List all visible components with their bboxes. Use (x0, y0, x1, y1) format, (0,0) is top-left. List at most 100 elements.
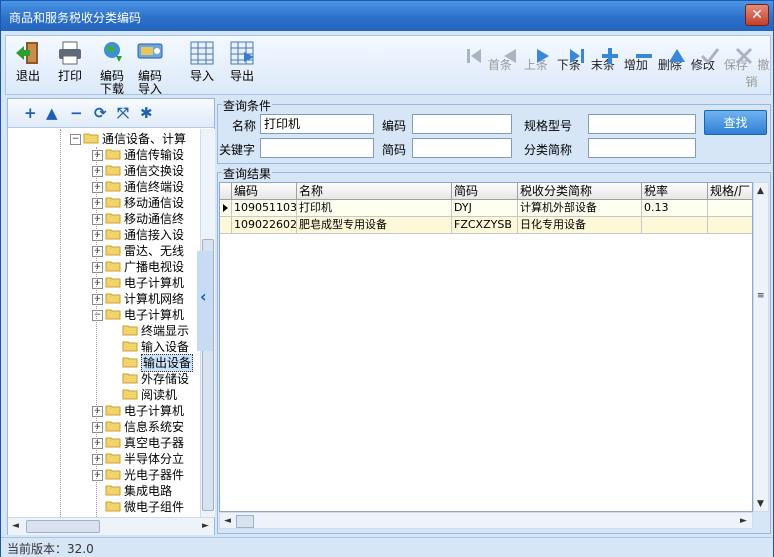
tree-node[interactable]: + 半导体分立 (8, 451, 200, 467)
code-download-button[interactable]: 编码 下载 (98, 40, 126, 96)
category-abbr-field[interactable] (588, 138, 696, 158)
tree-node[interactable]: + 真空电子器 (8, 435, 200, 451)
results-hscroll-thumb[interactable] (236, 515, 254, 528)
import-button[interactable]: 导入 (188, 40, 216, 83)
code-field[interactable] (412, 114, 512, 134)
tree-node[interactable]: + 通信终端设 (8, 179, 200, 195)
results-horizontal-scrollbar[interactable]: ◄ ► (219, 512, 753, 529)
expand-node-icon[interactable]: + (92, 198, 103, 209)
refresh-icon[interactable]: ⟳ (94, 104, 107, 122)
table-cell[interactable]: 10902260200 (232, 217, 297, 234)
expand-node-icon[interactable]: + (92, 438, 103, 449)
column-header[interactable]: 税率 (642, 183, 708, 200)
scroll-right-icon[interactable]: ► (740, 516, 747, 526)
export-button[interactable]: 导出 (228, 40, 256, 83)
expand-node-icon[interactable]: + (92, 278, 103, 289)
settings-icon[interactable]: ✱ (140, 104, 153, 122)
column-header[interactable]: 税收分类简称 (518, 183, 642, 200)
spec-field[interactable] (588, 114, 696, 134)
table-cell[interactable]: DYJ (452, 200, 518, 217)
tree-node[interactable]: + 电子计算机 (8, 275, 200, 291)
tree-node[interactable]: + 广播电视设 (8, 259, 200, 275)
expand-node-icon[interactable]: + (92, 262, 103, 273)
column-header[interactable]: 简码 (452, 183, 518, 200)
table-cell[interactable]: 0.13 (642, 200, 708, 217)
expand-node-icon[interactable]: + (92, 470, 103, 481)
table-cell[interactable] (708, 200, 752, 217)
collapse-node-icon[interactable]: − (92, 310, 103, 321)
column-header[interactable]: 规格/厂 (708, 183, 752, 200)
undo-button[interactable]: 撤销 (733, 46, 770, 90)
tree-node[interactable]: 输入设备 (8, 339, 200, 355)
tree-horizontal-scrollbar[interactable]: ◄ ► (8, 517, 214, 535)
tree-node[interactable]: + 信息系统安 (8, 419, 200, 435)
scroll-up-icon[interactable]: ▲ (757, 186, 764, 196)
scroll-right-icon[interactable]: ► (202, 521, 209, 531)
find-button[interactable]: 查找 (704, 110, 767, 135)
scroll-left-icon[interactable]: ◄ (224, 516, 231, 526)
tree-node[interactable]: 输出设备 (8, 354, 200, 372)
close-button[interactable]: ✕ (745, 4, 769, 26)
expand-node-icon[interactable]: + (92, 150, 103, 161)
tree-node[interactable]: 集成电路 (8, 483, 200, 499)
tree-node[interactable]: + 通信传输设 (8, 147, 200, 163)
folder-icon (105, 213, 121, 224)
column-header[interactable]: 编码 (232, 183, 297, 200)
collapse-panel-toggle[interactable]: ‹ (197, 251, 213, 351)
tree-node[interactable]: + 移动通信终 (8, 211, 200, 227)
exit-icon (16, 42, 38, 64)
fullscreen-icon[interactable]: ⤧ (117, 104, 129, 122)
folder-icon (105, 261, 121, 272)
table-cell[interactable]: 打印机 (297, 200, 452, 217)
print-button[interactable]: 打印 (56, 40, 84, 83)
table-cell[interactable]: FZCXZYSB (452, 217, 518, 234)
expand-node-icon[interactable]: + (92, 214, 103, 225)
scroll-down-icon[interactable]: ▼ (757, 499, 764, 509)
table-cell[interactable]: 日化专用设备 (518, 217, 642, 234)
tree-node[interactable]: − 电子计算机 (8, 307, 200, 323)
category-tree[interactable]: − 通信设备、计算 + 通信传输设 + 通信交换设 + 通信终端设 + 移动通信设 + 移动通信终 + 通… (8, 129, 200, 517)
tree-node-label: 通信交换设 (124, 164, 185, 178)
exit-button[interactable]: 退出 (14, 40, 42, 83)
expand-node-icon[interactable]: + (92, 166, 103, 177)
abbr-field[interactable] (412, 138, 512, 158)
table-cell[interactable]: 肥皂成型专用设备 (297, 217, 452, 234)
tree-hscroll-thumb[interactable] (26, 520, 100, 533)
toolbar: 退出 打印 编码 下载 编码 导入 导入 导出 首条 上条 下条 末条 增加 删… (5, 35, 771, 96)
expand-node-icon[interactable]: + (92, 182, 103, 193)
tree-node[interactable]: 阅读机 (8, 387, 200, 403)
expand-node-icon[interactable]: + (92, 246, 103, 257)
tree-node[interactable]: 终端显示 (8, 323, 200, 339)
column-header[interactable]: 名称 (297, 183, 452, 200)
table-cell[interactable]: 计算机外部设备 (518, 200, 642, 217)
tree-node[interactable]: + 电子计算机 (8, 403, 200, 419)
results-grid[interactable]: 编码 名称 简码 税收分类简称 税率 规格/厂 10905110300 打印机 … (219, 182, 753, 512)
expand-node-icon[interactable]: + (92, 422, 103, 433)
scroll-left-icon[interactable]: ◄ (12, 521, 19, 531)
tree-node[interactable]: + 移动通信设 (8, 195, 200, 211)
tree-node[interactable]: + 光电子器件 (8, 467, 200, 483)
results-vertical-scrollbar[interactable]: ▲ ≡ ▼ (753, 182, 769, 512)
name-field[interactable]: 打印机 (260, 114, 374, 134)
collapse-icon[interactable]: − (70, 104, 83, 122)
tree-node[interactable]: + 通信交换设 (8, 163, 200, 179)
expand-node-icon[interactable]: + (92, 406, 103, 417)
table-cell[interactable]: 10905110300 (232, 200, 297, 217)
tree-node[interactable]: + 通信接入设 (8, 227, 200, 243)
move-up-icon[interactable]: ▲ (46, 104, 58, 122)
table-cell[interactable] (642, 217, 708, 234)
expand-node-icon[interactable]: + (92, 230, 103, 241)
tree-node[interactable]: 微电子组件 (8, 499, 200, 515)
collapse-node-icon[interactable]: − (70, 134, 81, 145)
expand-icon[interactable]: + (24, 104, 37, 122)
tree-node[interactable]: + 计算机网络 (8, 291, 200, 307)
category-tree-pane: + ▲ − ⟳ ⤧ ✱ − 通信设备、计算 + 通信传输设 + 通信交换设 + 通信终端设 + 移… (7, 98, 215, 535)
code-import-button[interactable]: 编码 导入 (136, 40, 164, 96)
expand-node-icon[interactable]: + (92, 294, 103, 305)
tree-node[interactable]: − 通信设备、计算 (8, 131, 200, 147)
tree-node[interactable]: + 雷达、无线 (8, 243, 200, 259)
expand-node-icon[interactable]: + (92, 454, 103, 465)
table-cell[interactable] (708, 217, 752, 234)
keyword-field[interactable] (260, 138, 374, 158)
tree-node[interactable]: 外存储设 (8, 371, 200, 387)
